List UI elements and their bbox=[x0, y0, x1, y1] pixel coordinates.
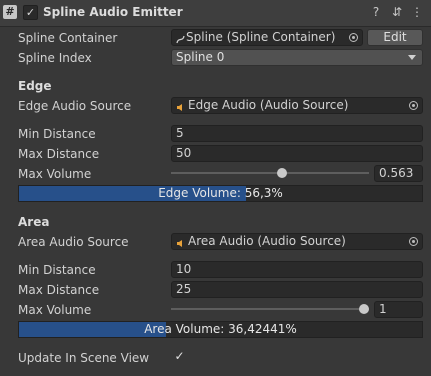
audio-source-icon bbox=[176, 237, 185, 247]
chevron-down-icon bbox=[408, 55, 416, 60]
edge-max-volume-input[interactable]: 0.563 bbox=[374, 165, 423, 182]
script-icon: # bbox=[3, 5, 17, 19]
object-picker-icon[interactable] bbox=[349, 33, 358, 42]
area-max-distance-input[interactable]: 25 bbox=[171, 281, 423, 298]
edge-audio-source-field[interactable]: Edge Audio (Audio Source) bbox=[171, 97, 423, 114]
update-in-scene-view-checkbox[interactable]: ✓ bbox=[173, 350, 186, 363]
area-min-distance-label: Min Distance bbox=[18, 263, 96, 277]
area-min-distance-input[interactable]: 10 bbox=[171, 261, 423, 278]
edge-volume-bar: Edge Volume: 56,3% bbox=[18, 185, 423, 202]
edge-max-volume-slider-thumb[interactable] bbox=[276, 168, 287, 178]
spline-index-dropdown[interactable]: Spline 0 bbox=[171, 49, 423, 66]
area-max-distance-label: Max Distance bbox=[18, 283, 100, 297]
spline-container-label: Spline Container bbox=[18, 31, 118, 45]
area-max-volume-slider-track[interactable] bbox=[171, 308, 369, 310]
edge-max-distance-input[interactable]: 50 bbox=[171, 145, 423, 162]
spline-index-label: Spline Index bbox=[18, 51, 92, 65]
object-picker-icon[interactable] bbox=[409, 101, 418, 110]
area-audio-source-label: Area Audio Source bbox=[18, 235, 129, 249]
spline-container-field[interactable]: Spline (Spline Container) bbox=[171, 29, 363, 46]
area-max-volume-input[interactable]: 1 bbox=[374, 301, 423, 318]
component-title: Spline Audio Emitter bbox=[43, 5, 183, 19]
menu-icon[interactable]: ⋮ bbox=[410, 5, 424, 19]
component-enabled-checkbox[interactable]: ✓ bbox=[23, 5, 38, 20]
edge-max-volume-slider-track[interactable] bbox=[171, 172, 369, 174]
edge-max-distance-label: Max Distance bbox=[18, 147, 100, 161]
area-volume-bar: Area Volume: 36,42441% bbox=[18, 321, 423, 338]
audio-source-icon bbox=[176, 101, 185, 111]
area-volume-bar-text: Area Volume: 36,42441% bbox=[144, 322, 297, 336]
edge-volume-bar-text: Edge Volume: 56,3% bbox=[158, 186, 283, 200]
object-picker-icon[interactable] bbox=[409, 237, 418, 246]
edge-min-distance-input[interactable]: 5 bbox=[171, 125, 423, 142]
presets-icon[interactable]: ⇵ bbox=[390, 5, 404, 19]
edge-max-volume-label: Max Volume bbox=[18, 167, 92, 181]
edge-audio-source-label: Edge Audio Source bbox=[18, 99, 132, 113]
area-max-volume-slider-thumb[interactable] bbox=[359, 304, 369, 314]
area-max-volume-label: Max Volume bbox=[18, 303, 92, 317]
help-icon[interactable]: ? bbox=[369, 5, 383, 19]
edit-button[interactable]: Edit bbox=[367, 29, 423, 46]
area-audio-source-field[interactable]: Area Audio (Audio Source) bbox=[171, 233, 423, 250]
edge-section-header: Edge bbox=[18, 79, 52, 93]
area-section-header: Area bbox=[18, 215, 50, 229]
spline-icon bbox=[176, 33, 185, 44]
edge-min-distance-label: Min Distance bbox=[18, 127, 96, 141]
update-in-scene-view-label: Update In Scene View bbox=[18, 351, 150, 365]
